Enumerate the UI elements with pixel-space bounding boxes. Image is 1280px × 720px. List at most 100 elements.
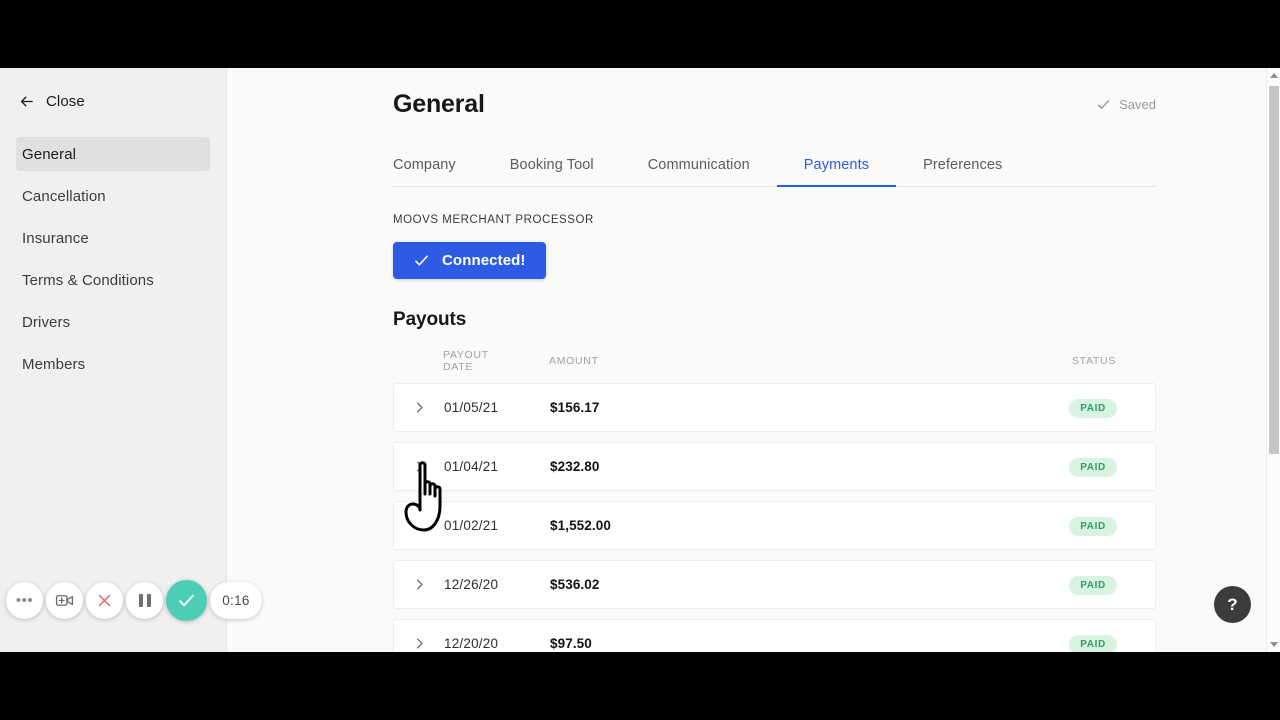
chevron-right-icon bbox=[416, 402, 423, 413]
close-icon bbox=[98, 594, 111, 607]
sidebar-item-terms-and-conditions[interactable]: Terms & Conditions bbox=[16, 263, 210, 297]
ellipsis-icon: ••• bbox=[15, 591, 34, 609]
sidebar-item-label: Terms & Conditions bbox=[22, 271, 154, 289]
row-expand-toggle[interactable] bbox=[394, 459, 444, 474]
status-badge: PAID bbox=[1069, 398, 1117, 418]
vertical-scrollbar[interactable] bbox=[1266, 68, 1280, 652]
payouts-table-header: PAYOUT DATE AMOUNT STATUS bbox=[393, 349, 1156, 373]
sidebar-item-cancellation[interactable]: Cancellation bbox=[16, 179, 210, 213]
payouts-heading: Payouts bbox=[393, 309, 467, 330]
connected-button[interactable]: Connected! bbox=[393, 242, 546, 279]
cell-amount: $536.02 bbox=[550, 577, 600, 592]
row-expand-toggle[interactable] bbox=[394, 577, 444, 592]
cell-status: PAID bbox=[1053, 457, 1133, 477]
cell-payout-date: 01/02/21 bbox=[444, 518, 499, 533]
check-icon bbox=[415, 255, 428, 266]
arrow-left-icon bbox=[20, 96, 33, 107]
scroll-up-button[interactable] bbox=[1267, 68, 1280, 83]
app-viewport: Close General Cancellation Insurance Ter… bbox=[0, 68, 1280, 652]
triangle-up-icon bbox=[1270, 73, 1278, 78]
connected-button-label: Connected! bbox=[442, 252, 526, 269]
sidebar-item-label: Cancellation bbox=[22, 187, 106, 205]
settings-sidebar: Close General Cancellation Insurance Ter… bbox=[0, 68, 227, 652]
check-icon bbox=[179, 594, 194, 607]
sidebar-item-label: Drivers bbox=[22, 313, 71, 331]
column-header-amount: AMOUNT bbox=[549, 355, 599, 367]
status-badge: PAID bbox=[1069, 634, 1117, 652]
tab-label: Communication bbox=[647, 157, 750, 173]
cell-amount: $97.50 bbox=[550, 636, 592, 651]
cell-payout-date: 01/05/21 bbox=[444, 400, 499, 415]
screen: Close General Cancellation Insurance Ter… bbox=[0, 0, 1280, 720]
main-content: General Saved Company Booking Tool Commu… bbox=[227, 68, 1268, 652]
tab-preferences[interactable]: Preferences bbox=[923, 157, 1002, 186]
tab-communication[interactable]: Communication bbox=[648, 157, 750, 186]
settings-tabs: Company Booking Tool Communication Payme… bbox=[393, 147, 1156, 187]
table-row[interactable]: 01/05/21 $156.17 PAID bbox=[393, 383, 1156, 432]
cell-payout-date: 01/04/21 bbox=[444, 459, 499, 474]
cell-payout-date: 12/20/20 bbox=[444, 636, 499, 651]
check-icon bbox=[1098, 100, 1110, 109]
sidebar-item-label: Members bbox=[22, 355, 86, 373]
status-badge: PAID bbox=[1069, 516, 1117, 536]
sidebar-item-insurance[interactable]: Insurance bbox=[16, 221, 210, 255]
cell-status: PAID bbox=[1053, 575, 1133, 595]
row-expand-toggle[interactable] bbox=[394, 636, 444, 651]
row-expand-toggle[interactable] bbox=[394, 518, 444, 533]
finish-recording-button[interactable] bbox=[166, 580, 207, 621]
cell-status: PAID bbox=[1053, 516, 1133, 536]
add-video-icon bbox=[55, 595, 74, 606]
status-badge: PAID bbox=[1069, 457, 1117, 477]
saved-status: Saved bbox=[1096, 97, 1156, 112]
sidebar-item-members[interactable]: Members bbox=[16, 347, 210, 381]
sidebar-nav: General Cancellation Insurance Terms & C… bbox=[0, 137, 226, 381]
chevron-right-icon bbox=[416, 638, 423, 649]
pause-recording-button[interactable] bbox=[126, 582, 163, 619]
column-header-status: STATUS bbox=[1071, 355, 1117, 367]
page-header: General Saved bbox=[227, 68, 1268, 119]
tab-label: Preferences bbox=[923, 157, 1003, 173]
tab-company[interactable]: Company bbox=[393, 157, 456, 186]
add-clip-button[interactable] bbox=[46, 582, 83, 619]
close-label: Close bbox=[46, 93, 85, 110]
chevron-right-icon bbox=[416, 579, 423, 590]
scrollbar-thumb[interactable] bbox=[1269, 86, 1279, 454]
table-row[interactable]: 01/02/21 $1,552.00 PAID bbox=[393, 501, 1156, 550]
payouts-table: PAYOUT DATE AMOUNT STATUS 01/05/21 $156.… bbox=[393, 349, 1156, 652]
cancel-recording-button[interactable] bbox=[86, 582, 123, 619]
help-button[interactable]: ? bbox=[1214, 586, 1251, 623]
recording-toolbar: ••• 0:16 bbox=[6, 580, 262, 621]
sidebar-item-label: Insurance bbox=[22, 229, 89, 247]
recording-timer[interactable]: 0:16 bbox=[210, 582, 262, 619]
row-expand-toggle[interactable] bbox=[394, 400, 444, 415]
help-label: ? bbox=[1227, 594, 1238, 614]
tab-label: Booking Tool bbox=[509, 157, 594, 173]
chevron-right-icon bbox=[416, 461, 423, 472]
cell-amount: $1,552.00 bbox=[550, 518, 611, 533]
saved-label: Saved bbox=[1119, 97, 1156, 112]
cell-amount: $232.80 bbox=[550, 459, 600, 474]
tab-payments[interactable]: Payments bbox=[776, 157, 897, 187]
status-badge: PAID bbox=[1069, 575, 1117, 595]
merchant-processor-label: MOOVS MERCHANT PROCESSOR bbox=[393, 214, 594, 226]
sidebar-item-general[interactable]: General bbox=[16, 137, 210, 171]
sidebar-item-drivers[interactable]: Drivers bbox=[16, 305, 210, 339]
tab-booking-tool[interactable]: Booking Tool bbox=[510, 157, 594, 186]
pause-icon bbox=[138, 594, 151, 607]
column-header-payout-date: PAYOUT DATE bbox=[443, 349, 489, 373]
cell-status: PAID bbox=[1053, 634, 1133, 652]
scroll-down-button[interactable] bbox=[1267, 637, 1280, 652]
tab-label: Payments bbox=[803, 157, 870, 173]
tab-label: Company bbox=[393, 157, 456, 173]
table-row[interactable]: 01/04/21 $232.80 PAID bbox=[393, 442, 1156, 491]
merchant-processor-section: MOOVS MERCHANT PROCESSOR Connected! Payo… bbox=[393, 214, 1156, 652]
sidebar-item-label: General bbox=[22, 145, 77, 163]
table-row[interactable]: 12/20/20 $97.50 PAID bbox=[393, 619, 1156, 652]
cell-payout-date: 12/26/20 bbox=[444, 577, 499, 592]
cell-status: PAID bbox=[1053, 398, 1133, 418]
cell-amount: $156.17 bbox=[550, 400, 600, 415]
more-options-button[interactable]: ••• bbox=[6, 582, 43, 619]
table-row[interactable]: 12/26/20 $536.02 PAID bbox=[393, 560, 1156, 609]
close-button[interactable]: Close bbox=[18, 93, 118, 110]
chevron-right-icon bbox=[416, 520, 423, 531]
